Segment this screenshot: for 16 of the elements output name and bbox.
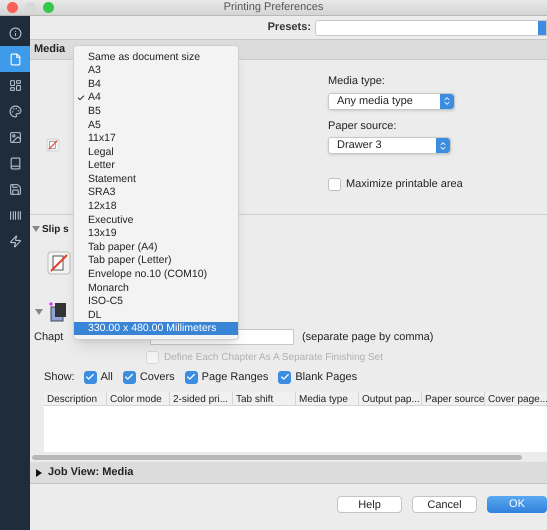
- media-type-label: Media type:: [328, 74, 386, 89]
- filter-option-label: Page Ranges: [202, 370, 268, 385]
- define-chapter-label: Define Each Chapter As A Separate Finishing Set: [164, 350, 384, 364]
- chapter-hint: (separate page by comma): [302, 330, 434, 345]
- filter-option-label: All: [100, 370, 113, 385]
- filter-option-label: Covers: [140, 370, 175, 385]
- window-title: Printing Preferences: [224, 0, 324, 16]
- filter-option-label: Blank Pages: [295, 370, 358, 385]
- job-view-label: Job View: Media: [48, 465, 134, 480]
- show-label: Show:: [44, 370, 75, 385]
- slip-section-label: Slip s: [42, 222, 69, 236]
- paper-source-label: Paper source:: [328, 118, 398, 134]
- presets-label: Presets:: [268, 20, 311, 36]
- maximize-label: Maximize printable area: [346, 177, 463, 192]
- section-title: Media: [34, 42, 66, 58]
- chapter-label: Chapt: [34, 330, 64, 345]
